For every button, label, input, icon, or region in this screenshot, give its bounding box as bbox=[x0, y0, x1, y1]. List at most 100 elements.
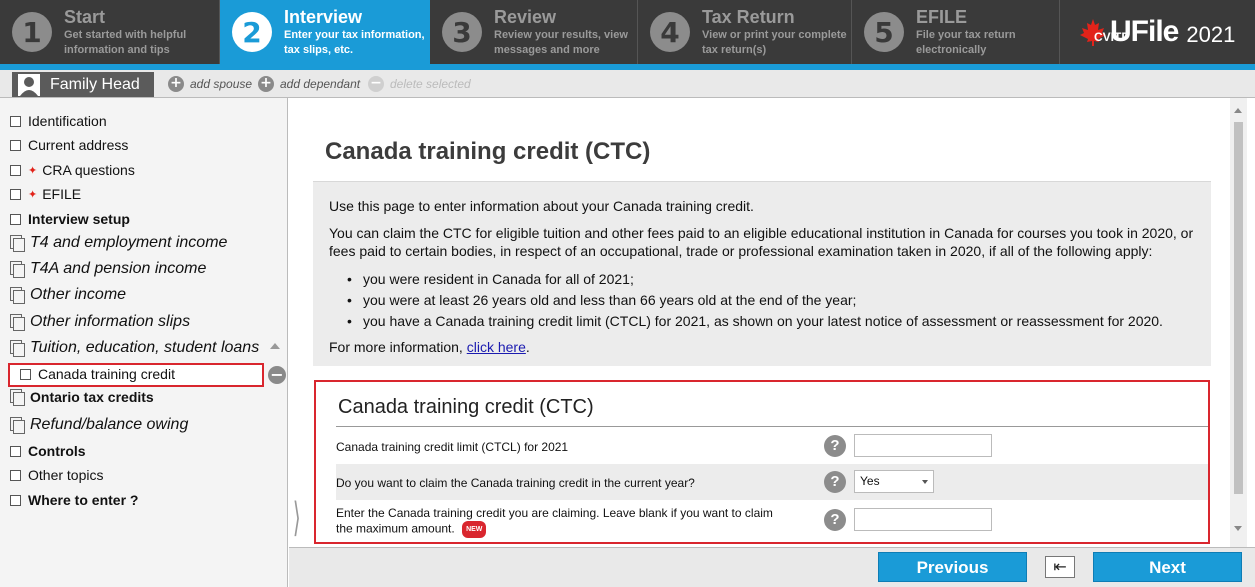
sidebar-item-ontario-tax-credits[interactable]: Ontario tax credits bbox=[10, 389, 154, 406]
sidebar-item-controls[interactable]: Controls bbox=[10, 443, 86, 459]
sidebar-item-cra-questions[interactable]: ✦ CRA questions bbox=[10, 162, 135, 178]
step-tax-return[interactable]: 4 Tax Return View or print your complete… bbox=[638, 0, 852, 64]
dropdown-arrow-icon bbox=[922, 480, 928, 484]
sidebar-item-label: Identification bbox=[28, 113, 107, 129]
claim-select-value: Yes bbox=[860, 474, 880, 488]
maple-leaf-icon: ✦ bbox=[28, 164, 38, 177]
add-dependant-link[interactable]: + add dependant bbox=[258, 76, 360, 92]
splitter-handle-icon[interactable]: ⟩ bbox=[293, 498, 301, 538]
step-title: Start bbox=[64, 7, 106, 27]
step-desc: messages and more bbox=[494, 44, 600, 56]
help-icon[interactable]: ? bbox=[824, 471, 846, 493]
checkbox-icon bbox=[10, 445, 21, 457]
sidebar-item-other-topics[interactable]: Other topics bbox=[10, 467, 103, 483]
step-desc: tax return(s) bbox=[702, 44, 767, 56]
form-row-amount: Enter the Canada training credit you are… bbox=[336, 500, 1208, 542]
sidebar-item-t4[interactable]: T4 and employment income bbox=[10, 234, 227, 252]
previous-button[interactable]: Previous bbox=[878, 552, 1027, 582]
step-number: 5 bbox=[864, 12, 904, 52]
sidebar-item-label: CRA questions bbox=[42, 162, 135, 178]
sidebar-item-other-slips[interactable]: Other information slips bbox=[10, 313, 190, 331]
sidebar-item-label: EFILE bbox=[42, 186, 82, 202]
more-info-end: . bbox=[525, 339, 530, 355]
sidebar-item-current-address[interactable]: Current address bbox=[10, 137, 128, 153]
sidebar-item-where-to-enter[interactable]: Where to enter ? bbox=[10, 492, 138, 508]
form-row-ctcl: Canada training credit limit (CTCL) for … bbox=[336, 428, 1208, 464]
scroll-down-icon[interactable] bbox=[1234, 526, 1242, 531]
step-review[interactable]: 3 Review Review your results, view messa… bbox=[430, 0, 638, 64]
sidebar-item-label: Refund/balance owing bbox=[30, 416, 189, 433]
pages-icon bbox=[10, 389, 25, 406]
logo-sub: CVITP bbox=[1094, 30, 1130, 44]
form-row-claim: Do you want to claim the Canada training… bbox=[336, 464, 1208, 500]
minus-circle-icon: − bbox=[368, 76, 384, 92]
step-start[interactable]: 1 Start Get started with helpful informa… bbox=[0, 0, 220, 64]
sidebar-item-interview-setup[interactable]: Interview setup bbox=[10, 211, 130, 227]
pages-icon bbox=[10, 417, 25, 434]
sidebar-item-label: Where to enter ? bbox=[28, 492, 139, 508]
sidebar-item-refund-balance[interactable]: Refund/balance owing bbox=[10, 416, 188, 434]
step-interview[interactable]: 2 Interview Enter your tax information, … bbox=[220, 0, 430, 64]
person-bar: Family Head + add spouse + add dependant… bbox=[0, 64, 1255, 98]
checkbox-icon bbox=[20, 368, 31, 380]
help-icon[interactable]: ? bbox=[824, 509, 846, 531]
new-badge: NEW bbox=[462, 521, 487, 538]
ctcl-input[interactable] bbox=[854, 434, 992, 457]
sidebar-item-tuition[interactable]: Tuition, education, student loans bbox=[10, 339, 259, 357]
next-button[interactable]: Next bbox=[1093, 552, 1242, 582]
delete-selected-label: delete selected bbox=[390, 77, 471, 91]
main-content: Canada training credit (CTC) Use this pa… bbox=[289, 98, 1255, 547]
help-icon[interactable]: ? bbox=[824, 435, 846, 457]
amount-input[interactable] bbox=[854, 508, 992, 531]
sidebar-item-canada-training-credit[interactable]: Canada training credit bbox=[20, 366, 175, 382]
add-spouse-label: add spouse bbox=[190, 77, 253, 91]
vertical-scrollbar[interactable] bbox=[1230, 98, 1247, 547]
checkbox-icon bbox=[10, 494, 21, 506]
sidebar-item-other-income[interactable]: Other income bbox=[10, 286, 126, 304]
sidebar-item-t4a[interactable]: T4A and pension income bbox=[10, 260, 206, 278]
step-number: 2 bbox=[232, 12, 272, 52]
step-title: EFILE bbox=[916, 7, 968, 27]
list-item: you have a Canada training credit limit … bbox=[329, 311, 1195, 332]
family-head-tab[interactable]: Family Head bbox=[12, 72, 154, 97]
plus-circle-icon: + bbox=[168, 76, 184, 92]
step-desc: electronically bbox=[916, 44, 987, 56]
step-bar: 1 Start Get started with helpful informa… bbox=[0, 0, 1255, 64]
bottom-nav: Previous ⇤ Next bbox=[289, 547, 1255, 587]
family-head-label: Family Head bbox=[50, 75, 140, 93]
sidebar-item-label: Canada training credit bbox=[38, 366, 175, 382]
delete-selected-link[interactable]: − delete selected bbox=[368, 76, 471, 92]
remove-circle-icon[interactable]: − bbox=[268, 366, 286, 384]
eligibility-list: you were resident in Canada for all of 2… bbox=[329, 269, 1195, 332]
checkbox-icon bbox=[10, 213, 21, 225]
click-here-link[interactable]: click here bbox=[467, 339, 526, 355]
sidebar: Identification Current address ✦ CRA que… bbox=[0, 98, 288, 587]
sidebar-item-label: Other income bbox=[30, 286, 127, 303]
sidebar-item-label: Interview setup bbox=[28, 211, 130, 227]
divider bbox=[336, 426, 1208, 427]
sidebar-item-label: Ontario tax credits bbox=[30, 389, 154, 405]
back-arrow-icon[interactable]: ⇤ bbox=[1045, 556, 1075, 578]
collapse-arrow-icon[interactable] bbox=[270, 343, 280, 349]
sidebar-item-label: Current address bbox=[28, 137, 129, 153]
scroll-up-icon[interactable] bbox=[1234, 108, 1242, 113]
sidebar-item-label: Other information slips bbox=[30, 313, 191, 330]
ctc-form: Canada training credit (CTC) Canada trai… bbox=[314, 380, 1210, 544]
step-title: Tax Return bbox=[702, 7, 795, 27]
step-desc: View or print your complete bbox=[702, 29, 847, 41]
sidebar-item-label: Controls bbox=[28, 443, 86, 459]
step-title: Review bbox=[494, 7, 557, 27]
maple-leaf-icon: ✦ bbox=[28, 188, 38, 201]
info-box: Use this page to enter information about… bbox=[313, 181, 1211, 366]
more-info-text: For more information, bbox=[329, 339, 463, 355]
claim-select[interactable]: Yes bbox=[854, 470, 934, 493]
step-desc: Review your results, view bbox=[494, 29, 628, 41]
person-icon bbox=[18, 73, 40, 96]
sidebar-item-efile[interactable]: ✦ EFILE bbox=[10, 186, 81, 202]
checkbox-icon bbox=[10, 139, 21, 151]
step-efile[interactable]: 5 EFILE File your tax return electronica… bbox=[852, 0, 1060, 64]
sidebar-item-identification[interactable]: Identification bbox=[10, 113, 107, 129]
scroll-thumb[interactable] bbox=[1234, 122, 1243, 494]
add-spouse-link[interactable]: + add spouse bbox=[168, 76, 252, 92]
step-desc: information and tips bbox=[64, 44, 170, 56]
